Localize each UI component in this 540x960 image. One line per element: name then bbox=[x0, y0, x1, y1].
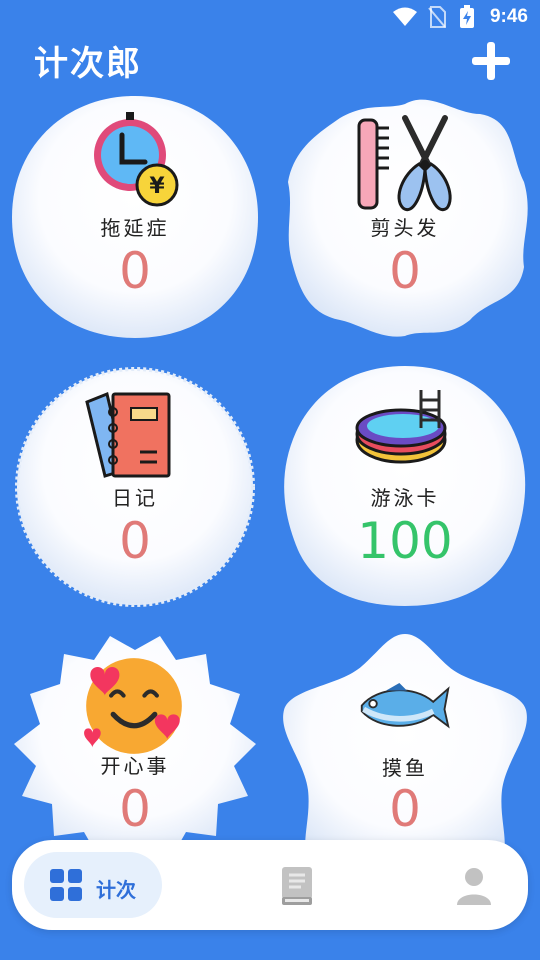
fish-icon bbox=[360, 683, 450, 729]
smiling-face-hearts-icon bbox=[84, 658, 182, 754]
counter-name: 日记 bbox=[112, 486, 158, 510]
comb-scissors-icon bbox=[357, 115, 452, 212]
book-icon[interactable] bbox=[280, 867, 314, 905]
grid-icon bbox=[50, 869, 82, 901]
counter-value: 0 bbox=[389, 780, 421, 838]
counter-card-diary[interactable]: 日记 0 bbox=[10, 362, 260, 612]
clock-yen-icon: ¥ bbox=[94, 112, 179, 207]
bottom-tab-bar: 计次 bbox=[12, 840, 528, 930]
tab-counter-label: 计次 bbox=[96, 878, 136, 902]
counter-card-haircut[interactable]: 剪头发 0 bbox=[280, 92, 530, 342]
counter-value: 100 bbox=[357, 512, 453, 570]
counter-name: 剪头发 bbox=[370, 216, 440, 240]
status-time: 9:46 bbox=[489, 6, 528, 27]
wifi-icon bbox=[393, 7, 417, 26]
counter-value: 0 bbox=[389, 242, 421, 300]
counter-value: 0 bbox=[119, 780, 151, 838]
counter-value: 0 bbox=[119, 242, 151, 300]
swimming-pool-icon bbox=[355, 390, 447, 464]
add-button[interactable] bbox=[470, 40, 512, 82]
tab-counter[interactable] bbox=[24, 852, 162, 918]
counter-value: 0 bbox=[119, 512, 151, 570]
svg-text:¥: ¥ bbox=[149, 174, 165, 199]
counter-name: 摸鱼 bbox=[382, 756, 428, 780]
app-title: 计次郎 bbox=[34, 44, 142, 84]
no-sim-icon bbox=[428, 6, 446, 28]
counter-name: 拖延症 bbox=[100, 216, 170, 240]
counter-card-procrastination[interactable]: ¥ 拖延症 0 bbox=[10, 92, 260, 342]
person-icon[interactable] bbox=[456, 867, 492, 905]
battery-charging-icon bbox=[460, 5, 474, 28]
notebook-icon bbox=[85, 391, 171, 478]
counter-name: 游泳卡 bbox=[370, 486, 440, 510]
counter-card-swim-card[interactable]: 游泳卡 100 bbox=[280, 362, 530, 612]
counter-name: 开心事 bbox=[100, 754, 170, 778]
status-bar: 9:46 bbox=[0, 0, 540, 36]
